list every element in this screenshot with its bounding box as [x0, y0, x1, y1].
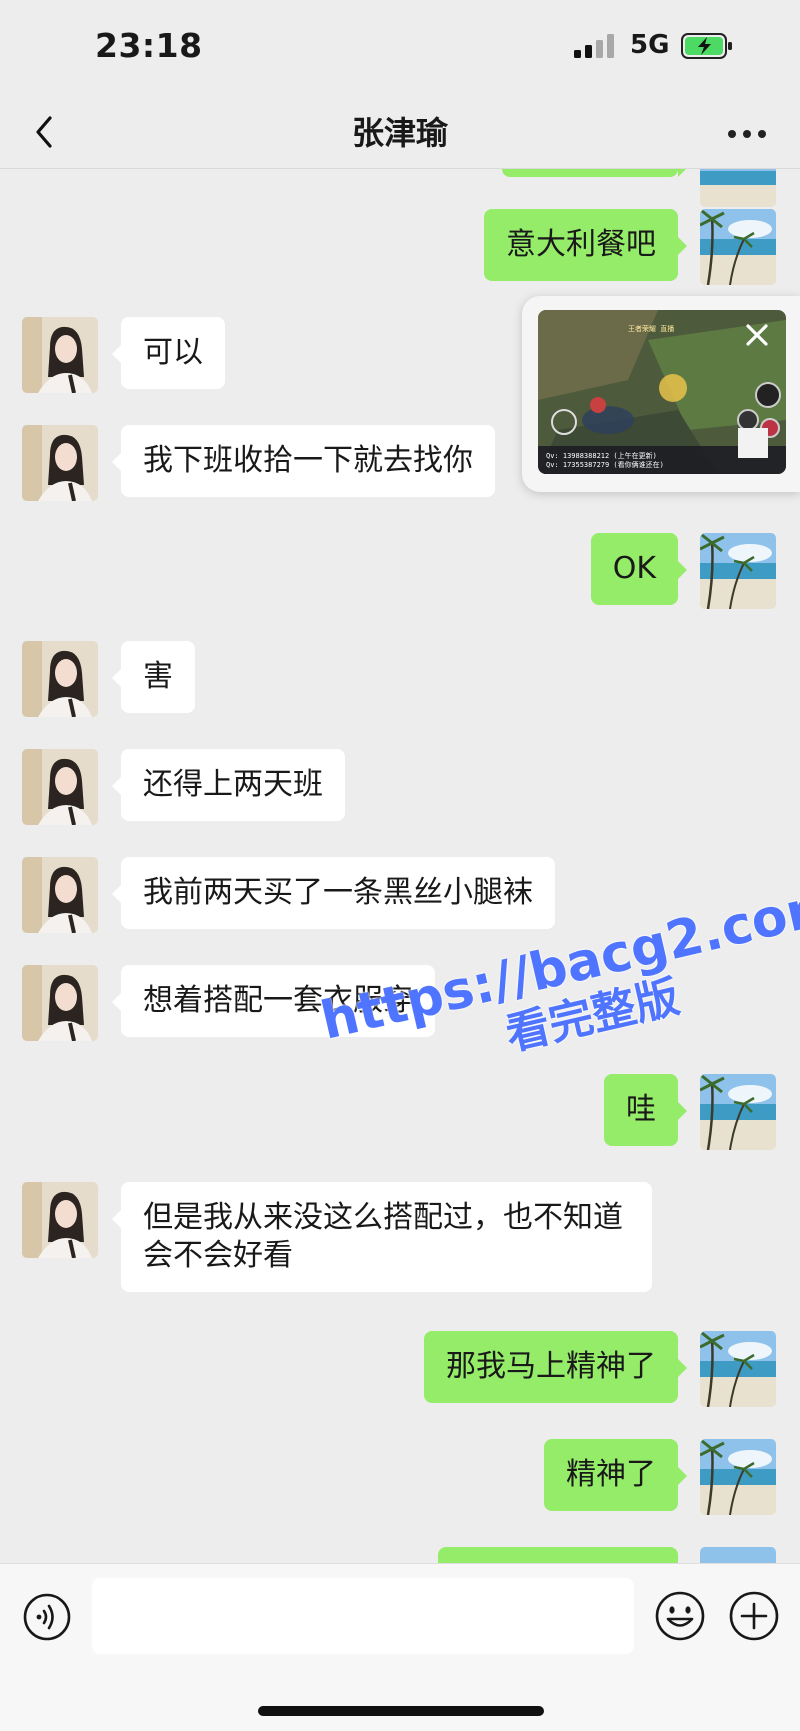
message-bubble-partial[interactable]	[502, 169, 687, 177]
message-input[interactable]	[92, 1578, 634, 1654]
message-bubble[interactable]: 害	[112, 641, 195, 713]
game-caption: Qv: 13988388212 (上午在更新) Qv: 17355387279 …	[546, 452, 664, 469]
avatar-self[interactable]	[700, 1547, 776, 1563]
avatar-self[interactable]	[700, 1331, 776, 1407]
home-indicator[interactable]	[258, 1706, 544, 1716]
add-attachment-icon[interactable]	[728, 1590, 780, 1642]
message-bubble[interactable]: 那我马上精神了	[424, 1331, 687, 1403]
voice-input-icon[interactable]	[22, 1592, 72, 1642]
status-time: 23:18	[95, 26, 203, 65]
message-bubble[interactable]: 可以	[112, 317, 225, 389]
game-video-thumbnail[interactable]: 王者荣耀 直播 Qv: 13988388212 (上午在更新) Qv: 1735…	[538, 310, 786, 474]
message-bubble[interactable]: 精神了	[544, 1439, 687, 1511]
status-bar: 23:18 5G	[0, 0, 800, 96]
input-bar	[0, 1563, 800, 1731]
message-bubble[interactable]: OK	[590, 533, 688, 605]
message-bubble[interactable]: 哇	[604, 1074, 687, 1146]
close-icon[interactable]	[742, 320, 772, 350]
message-bubble[interactable]: 还得上两天班	[112, 749, 345, 821]
network-type: 5G	[630, 30, 670, 60]
avatar-contact[interactable]	[22, 857, 98, 933]
avatar-contact[interactable]	[22, 641, 98, 717]
chat-title: 张津瑜	[351, 114, 448, 152]
message-bubble[interactable]: 我下班收拾一下就去找你	[112, 425, 495, 497]
chat-header: 张津瑜	[0, 96, 800, 169]
avatar-contact[interactable]	[22, 965, 98, 1041]
message-bubble[interactable]: 意大利餐吧	[484, 209, 687, 281]
avatar-self[interactable]	[700, 533, 776, 609]
avatar-self[interactable]	[700, 1074, 776, 1150]
message-bubble-partial[interactable]	[438, 1547, 678, 1563]
avatar-self[interactable]	[700, 1439, 776, 1515]
avatar-self[interactable]	[700, 169, 776, 207]
battery-icon	[681, 33, 732, 59]
message-bubble[interactable]: 想着搭配一套衣服穿	[112, 965, 435, 1037]
message-bubble[interactable]: 但是我从来没这么搭配过，也不知道会不会好看	[112, 1182, 652, 1292]
more-options-icon[interactable]	[728, 130, 768, 140]
avatar-contact[interactable]	[22, 1182, 98, 1258]
avatar-contact[interactable]	[22, 317, 98, 393]
signal-icon	[574, 34, 618, 58]
floating-video-window[interactable]: 王者荣耀 直播 Qv: 13988388212 (上午在更新) Qv: 1735…	[522, 296, 800, 492]
avatar-self[interactable]	[700, 209, 776, 285]
message-bubble[interactable]: 我前两天买了一条黑丝小腿袜	[112, 857, 555, 929]
avatar-contact[interactable]	[22, 749, 98, 825]
game-banner-text: 王者荣耀 直播	[628, 325, 675, 333]
emoji-icon[interactable]	[654, 1590, 706, 1642]
avatar-contact[interactable]	[22, 425, 98, 501]
